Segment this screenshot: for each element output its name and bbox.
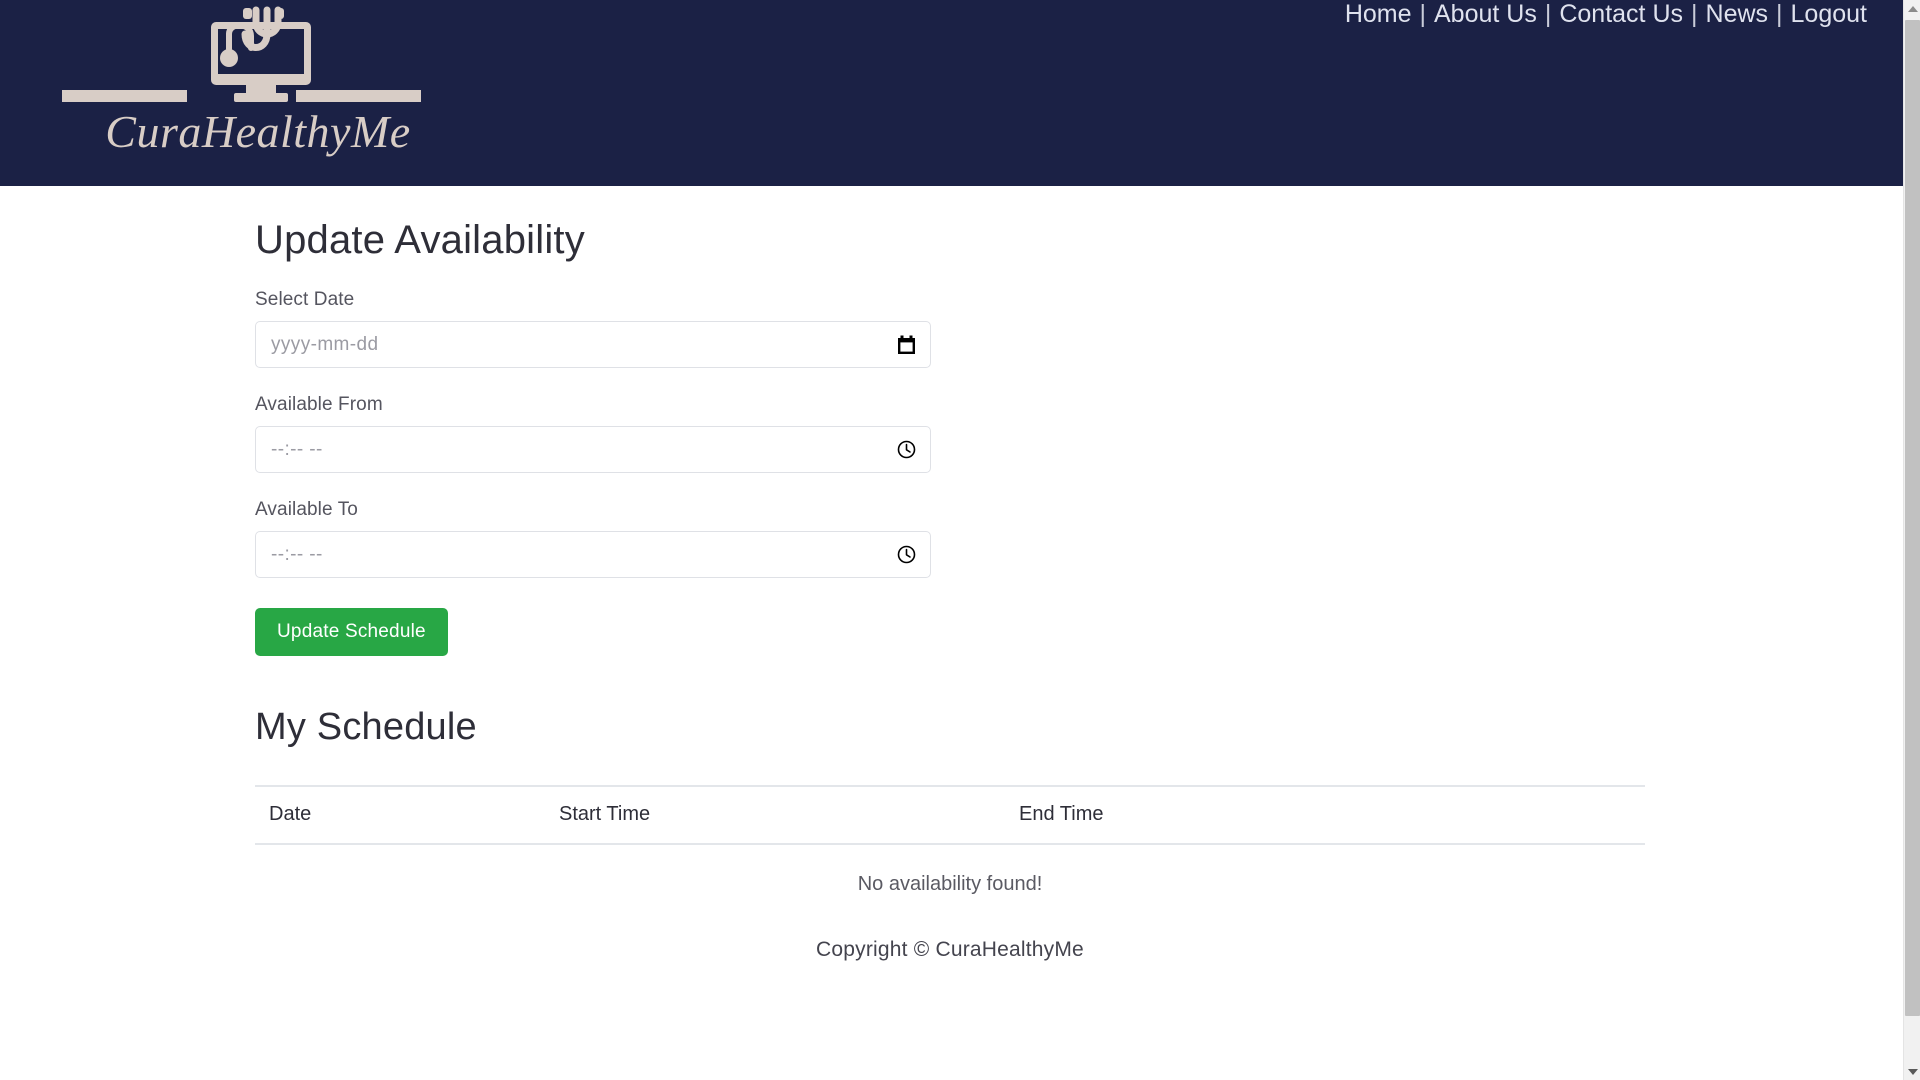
empty-state-message: No availability found! [857, 873, 1043, 895]
date-input[interactable]: yyyy-mm-dd [255, 321, 931, 368]
available-from-placeholder: --:-- -- [271, 438, 323, 460]
brand-wordmark: CuraHealthyMe [105, 106, 411, 157]
available-to-time-input[interactable]: --:-- -- [255, 531, 931, 578]
nav-link-contact-us[interactable]: Contact Us [1551, 2, 1691, 27]
clock-icon[interactable] [896, 440, 916, 460]
table-empty-row: No availability found! [255, 844, 1645, 902]
column-header-start-time: Start Time [545, 785, 1005, 845]
main-content: Update Availability Select Date yyyy-mm-… [0, 186, 1903, 962]
clock-icon[interactable] [896, 545, 916, 565]
nav-link-about-us[interactable]: About Us [1426, 2, 1545, 27]
label-available-to: Available To [255, 499, 358, 520]
label-select-date: Select Date [255, 289, 355, 310]
browser-page: CuraHealthyMe Home | About Us | Contact … [0, 0, 1920, 1080]
schedule-table: Date Start Time End Time No availability… [255, 785, 1645, 902]
label-available-from: Available From [255, 394, 383, 415]
field-group-available-to: Available To --:-- -- [255, 499, 1645, 578]
update-schedule-button[interactable]: Update Schedule [255, 608, 448, 656]
footer-copyright: Copyright © CuraHealthyMe [816, 938, 1084, 961]
site-header: CuraHealthyMe Home | About Us | Contact … [0, 0, 1903, 186]
main-navigation: Home | About Us | Contact Us | News | Lo… [1337, 2, 1875, 27]
field-group-available-from: Available From --:-- -- [255, 394, 1645, 473]
schedule-table-head: Date Start Time End Time [255, 785, 1645, 845]
scroll-down-arrow-icon[interactable] [1904, 1063, 1920, 1080]
schedule-table-body: No availability found! [255, 844, 1645, 902]
brand-logo[interactable]: CuraHealthyMe [48, 4, 468, 180]
column-header-date: Date [255, 785, 545, 845]
nav-link-news[interactable]: News [1698, 2, 1777, 27]
page-title: Update Availability [255, 218, 585, 262]
date-input-placeholder: yyyy-mm-dd [271, 333, 379, 355]
scroll-up-arrow-icon[interactable] [1904, 0, 1920, 17]
field-group-select-date: Select Date yyyy-mm-dd [255, 289, 1645, 368]
nav-link-home[interactable]: Home [1337, 2, 1420, 27]
available-from-time-input[interactable]: --:-- -- [255, 426, 931, 473]
available-to-placeholder: --:-- -- [271, 543, 323, 565]
content-container: Update Availability Select Date yyyy-mm-… [255, 186, 1645, 962]
column-header-end-time: End Time [1005, 785, 1645, 845]
page-viewport: CuraHealthyMe Home | About Us | Contact … [0, 0, 1903, 1080]
scrollbar-thumb[interactable] [1905, 20, 1920, 1016]
vertical-scrollbar[interactable] [1903, 0, 1920, 1080]
calendar-icon[interactable] [896, 335, 916, 355]
monitor-stethoscope-icon [62, 6, 421, 102]
my-schedule-title: My Schedule [255, 706, 477, 748]
table-header-row: Date Start Time End Time [255, 785, 1645, 845]
nav-link-logout[interactable]: Logout [1783, 2, 1875, 27]
